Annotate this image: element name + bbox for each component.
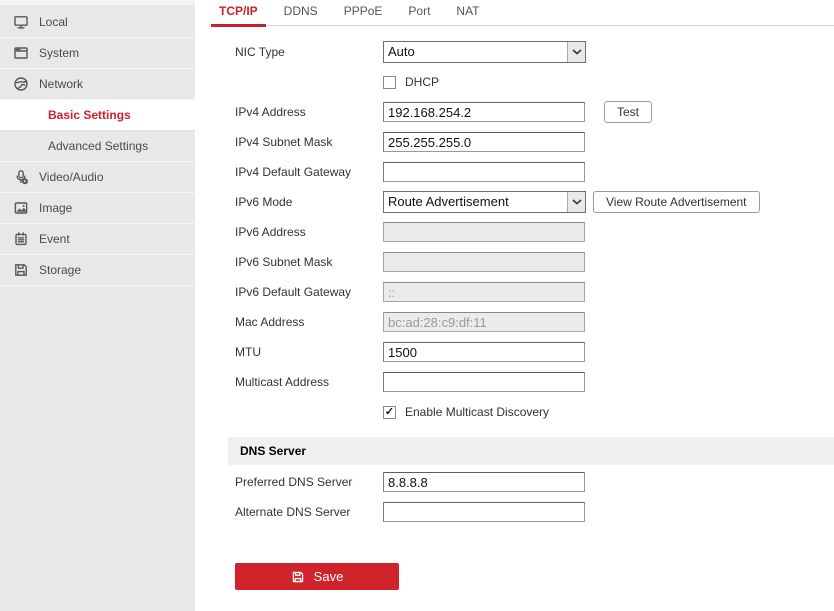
ipv6-address-label: IPv6 Address <box>235 225 383 239</box>
mtu-row: MTU <box>235 337 834 367</box>
sidebar-item-label: Storage <box>39 263 81 277</box>
ipv6-gateway-label: IPv6 Default Gateway <box>235 285 383 299</box>
ipv6-address-input <box>383 222 585 242</box>
nic-type-value: Auto <box>384 42 567 62</box>
mtu-label: MTU <box>235 345 383 359</box>
dhcp-row: DHCP <box>235 67 834 97</box>
ipv6-mode-row: IPv6 Mode Route Advertisement View Route… <box>235 187 834 217</box>
sidebar-item-label: Image <box>39 201 72 215</box>
ipv4-address-row: IPv4 Address Test <box>235 97 834 127</box>
preferred-dns-row: Preferred DNS Server <box>235 467 834 497</box>
multicast-address-label: Multicast Address <box>235 375 383 389</box>
sidebar-item-system[interactable]: System <box>0 38 195 69</box>
network-settings-page: Local System Network Basic Settings Adva… <box>0 0 834 611</box>
ipv6-address-row: IPv6 Address <box>235 217 834 247</box>
mac-address-label: Mac Address <box>235 315 383 329</box>
ipv4-address-input[interactable] <box>383 102 585 122</box>
dhcp-checkbox[interactable] <box>383 76 396 89</box>
storage-icon <box>12 262 30 278</box>
sidebar-item-video-audio[interactable]: Video/Audio <box>0 162 195 193</box>
sidebar-item-basic-settings[interactable]: Basic Settings <box>0 100 195 131</box>
tab-nat[interactable]: NAT <box>448 0 487 27</box>
ipv6-gateway-row: IPv6 Default Gateway <box>235 277 834 307</box>
dns-server-section-header: DNS Server <box>228 437 834 465</box>
ipv6-mode-value: Route Advertisement <box>384 192 567 212</box>
ipv4-subnet-row: IPv4 Subnet Mask <box>235 127 834 157</box>
ipv4-address-label: IPv4 Address <box>235 105 383 119</box>
sidebar-item-label: Network <box>39 77 83 91</box>
nic-type-select[interactable]: Auto <box>383 41 586 63</box>
mtu-input[interactable] <box>383 342 585 362</box>
sidebar-item-label: System <box>39 46 79 60</box>
image-icon <box>12 200 30 216</box>
enable-multicast-checkbox[interactable] <box>383 406 396 419</box>
view-route-advertisement-button[interactable]: View Route Advertisement <box>593 191 760 213</box>
tab-ddns[interactable]: DDNS <box>276 0 326 27</box>
sidebar-item-advanced-settings[interactable]: Advanced Settings <box>0 131 195 162</box>
sidebar-item-label: Video/Audio <box>39 170 104 184</box>
nic-type-row: NIC Type Auto <box>235 37 834 67</box>
sidebar-item-label: Event <box>39 232 70 246</box>
sidebar: Local System Network Basic Settings Adva… <box>0 0 195 611</box>
ipv6-subnet-input <box>383 252 585 272</box>
sidebar-item-event[interactable]: Event <box>0 224 195 255</box>
preferred-dns-input[interactable] <box>383 472 585 492</box>
ipv6-subnet-row: IPv6 Subnet Mask <box>235 247 834 277</box>
sidebar-item-label: Advanced Settings <box>48 139 148 153</box>
tab-port[interactable]: Port <box>400 0 438 27</box>
sidebar-item-label: Local <box>39 15 68 29</box>
microphone-icon <box>12 169 30 185</box>
sidebar-item-local[interactable]: Local <box>0 7 195 38</box>
sidebar-item-label: Basic Settings <box>48 108 131 122</box>
multicast-address-input[interactable] <box>383 372 585 392</box>
ipv6-mode-select[interactable]: Route Advertisement <box>383 191 586 213</box>
globe-icon <box>12 76 30 92</box>
ipv6-gateway-input <box>383 282 585 302</box>
main-content: TCP/IP DDNS PPPoE Port NAT NIC Type Auto <box>195 0 834 611</box>
ipv4-subnet-label: IPv4 Subnet Mask <box>235 135 383 149</box>
save-button-label: Save <box>314 569 344 584</box>
sidebar-item-image[interactable]: Image <box>0 193 195 224</box>
preferred-dns-label: Preferred DNS Server <box>235 475 383 489</box>
window-icon <box>12 45 30 61</box>
tab-pppoe[interactable]: PPPoE <box>336 0 391 27</box>
enable-multicast-row: Enable Multicast Discovery <box>235 397 834 427</box>
ipv4-gateway-row: IPv4 Default Gateway <box>235 157 834 187</box>
enable-multicast-label: Enable Multicast Discovery <box>405 405 549 419</box>
event-icon <box>12 231 30 247</box>
ipv4-subnet-input[interactable] <box>383 132 585 152</box>
monitor-icon <box>12 14 30 30</box>
ipv6-mode-label: IPv6 Mode <box>235 195 383 209</box>
dhcp-label: DHCP <box>405 75 439 89</box>
save-button[interactable]: Save <box>235 563 399 590</box>
tcpip-form: NIC Type Auto DHCP IPv4 Address Test <box>195 37 834 590</box>
nic-type-label: NIC Type <box>235 45 383 59</box>
multicast-address-row: Multicast Address <box>235 367 834 397</box>
chevron-down-icon[interactable] <box>567 192 585 212</box>
mac-address-row: Mac Address <box>235 307 834 337</box>
alternate-dns-input[interactable] <box>383 502 585 522</box>
sidebar-item-storage[interactable]: Storage <box>0 255 195 286</box>
mac-address-input <box>383 312 585 332</box>
ipv4-gateway-label: IPv4 Default Gateway <box>235 165 383 179</box>
alternate-dns-label: Alternate DNS Server <box>235 505 383 519</box>
ipv4-gateway-input[interactable] <box>383 162 585 182</box>
tab-tcpip[interactable]: TCP/IP <box>211 0 266 27</box>
save-icon <box>291 570 305 584</box>
sidebar-item-network[interactable]: Network <box>0 69 195 100</box>
alternate-dns-row: Alternate DNS Server <box>235 497 834 527</box>
test-button[interactable]: Test <box>604 101 652 123</box>
chevron-down-icon[interactable] <box>567 42 585 62</box>
tab-bar: TCP/IP DDNS PPPoE Port NAT <box>211 0 834 26</box>
ipv6-subnet-label: IPv6 Subnet Mask <box>235 255 383 269</box>
dns-server-section-title: DNS Server <box>228 444 306 458</box>
